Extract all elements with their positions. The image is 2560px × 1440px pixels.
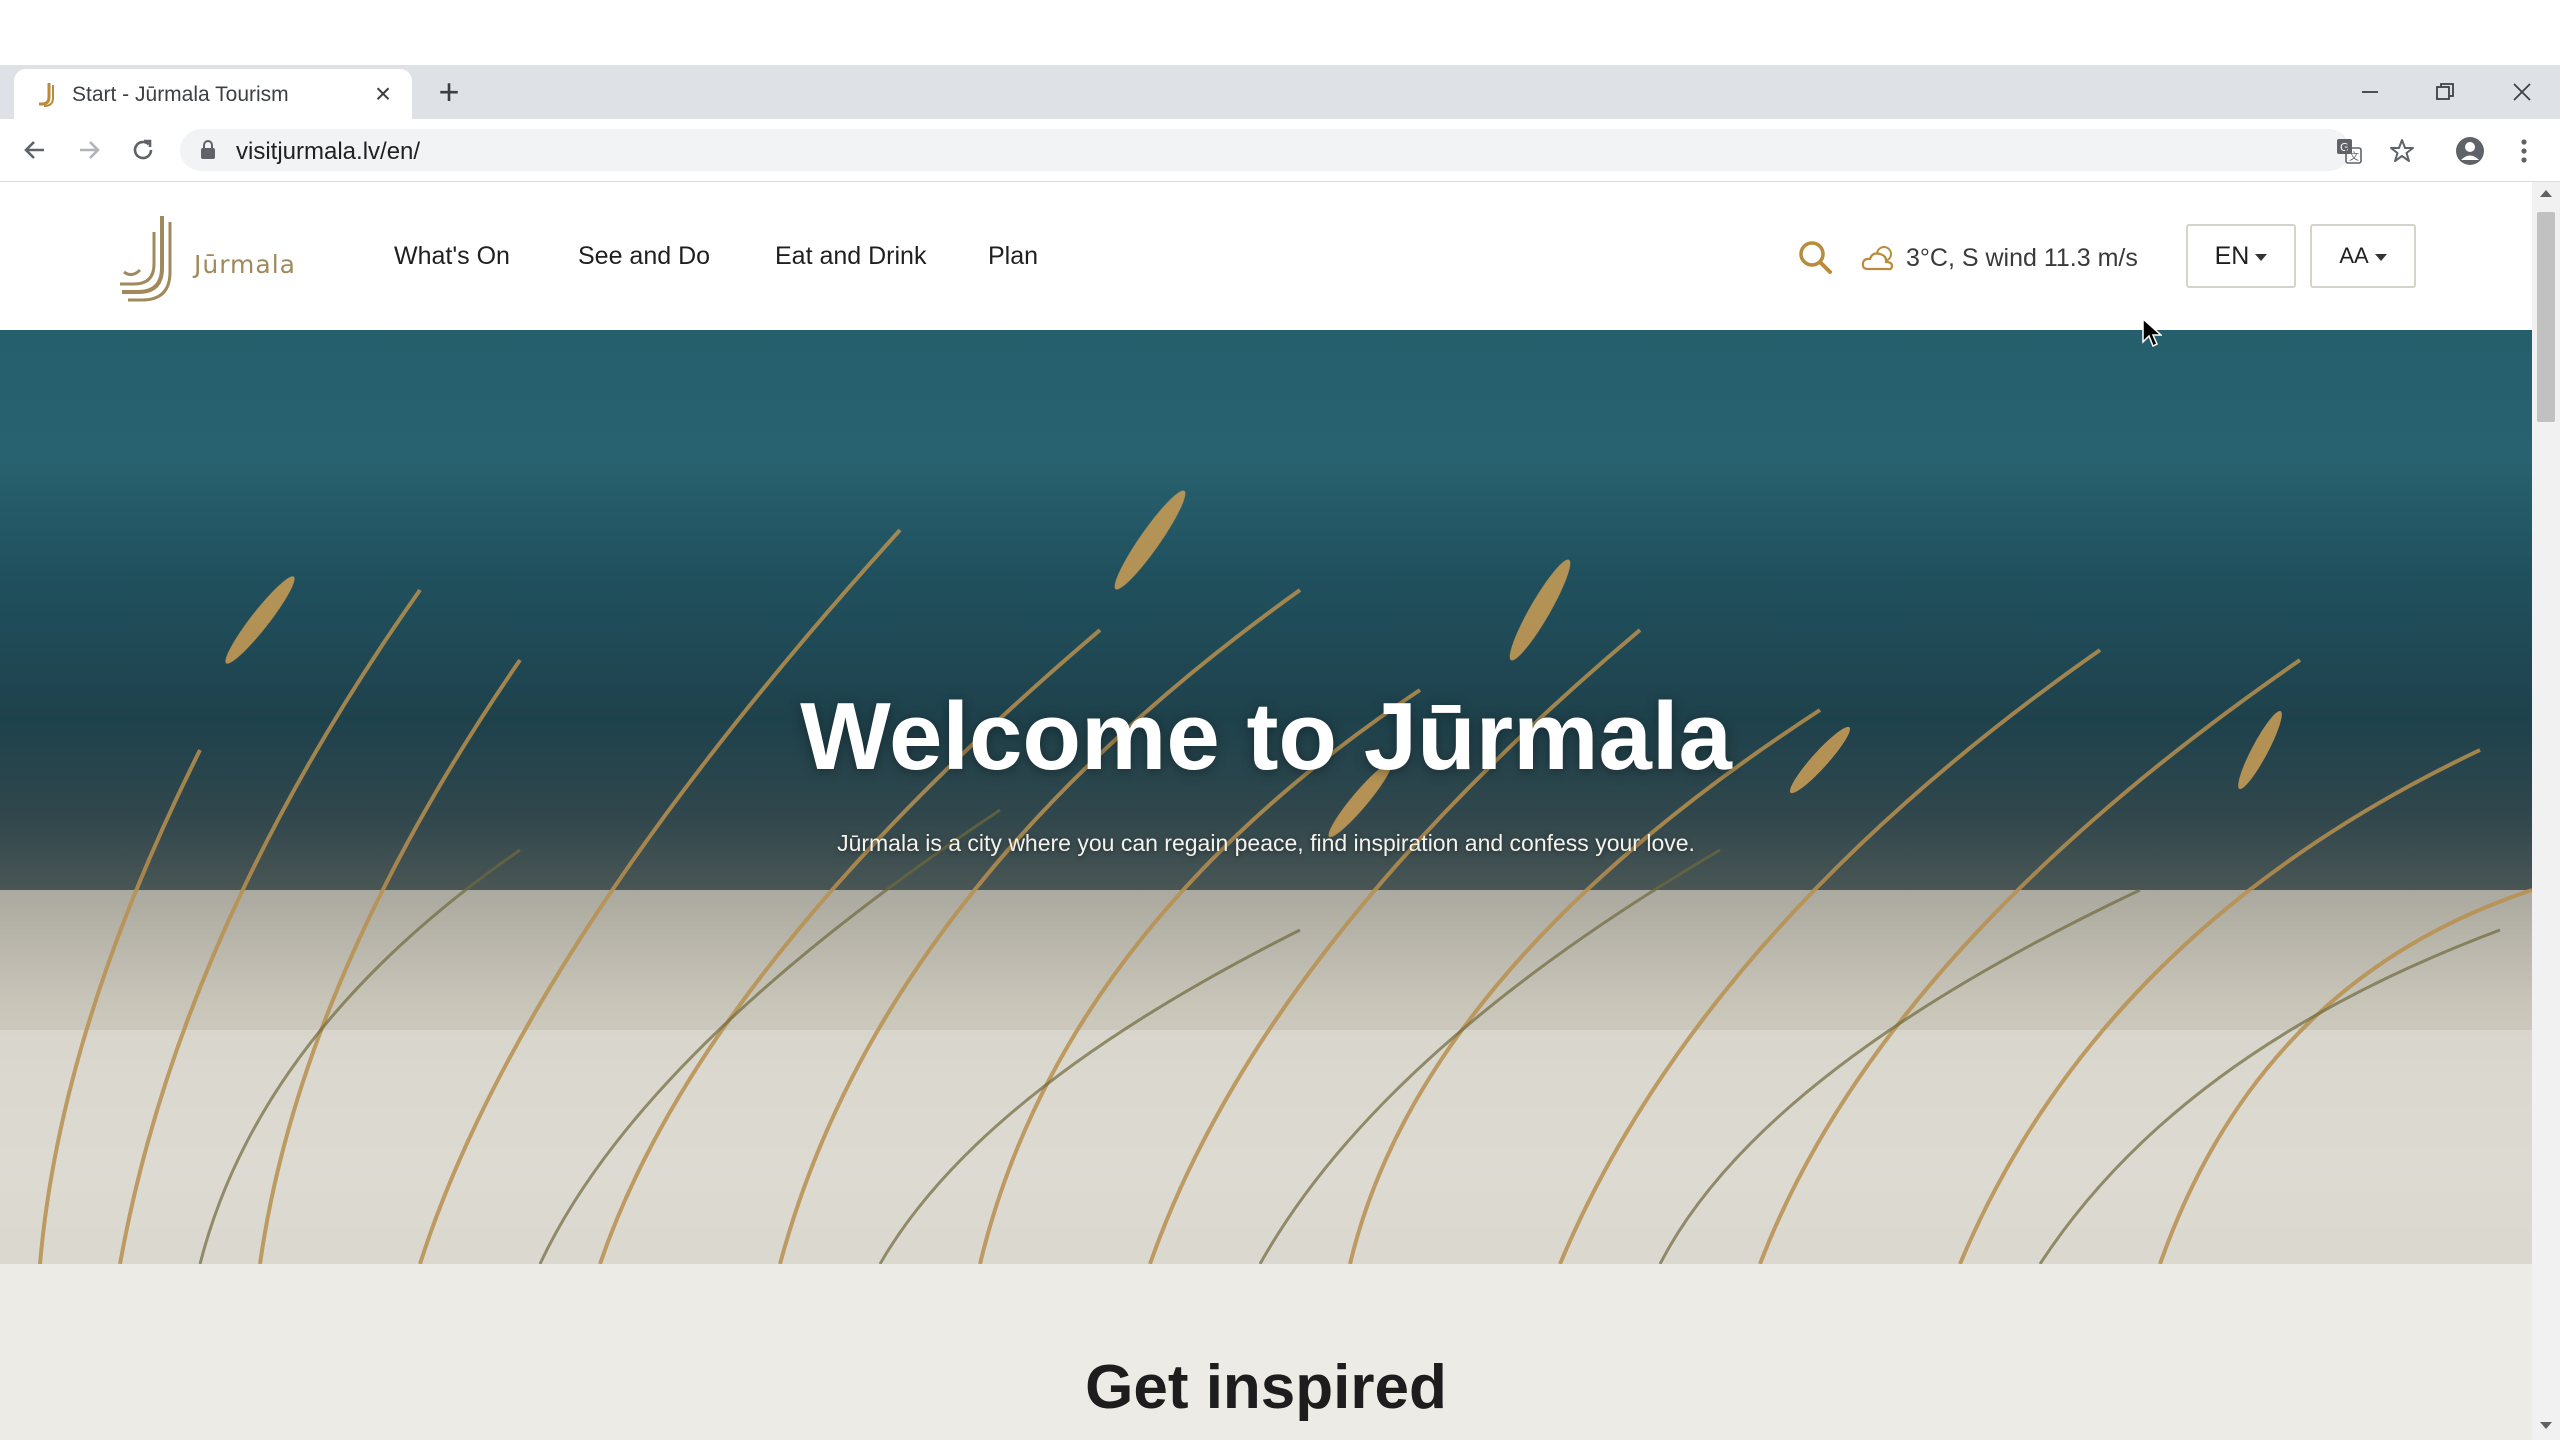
web-page: Jūrmala What's On See and Do Eat and Dri… (0, 182, 2532, 1440)
restore-icon (2436, 83, 2454, 100)
hero-subtitle: Jūrmala is a city where you can regain p… (837, 830, 1695, 856)
text-size-label: AA (2339, 243, 2369, 268)
weather-widget: 3°C, S wind 11.3 m/s (1860, 240, 2138, 276)
beach-grass-image (0, 330, 2532, 1264)
nav-see-and-do[interactable]: See and Do (578, 242, 710, 271)
weather-text: 3°C, S wind 11.3 m/s (1906, 243, 2138, 272)
nav-eat-and-drink[interactable]: Eat and Drink (775, 242, 926, 271)
mouse-cursor-icon (2142, 318, 2162, 348)
browser-tab[interactable]: Start - Jūrmala Tourism × (14, 69, 412, 119)
hero-title: Welcome to Jūrmala (800, 683, 1732, 790)
site-logo[interactable]: Jūrmala (118, 212, 298, 302)
close-icon (2513, 83, 2531, 101)
language-selector[interactable]: EN (2186, 224, 2296, 288)
cloud-sun-icon (1861, 246, 1894, 271)
tab-strip: Start - Jūrmala Tourism × + (0, 65, 2560, 119)
tab-close-icon[interactable]: × (368, 79, 398, 109)
restore-button[interactable] (2410, 65, 2480, 119)
new-tab-button[interactable]: + (430, 73, 468, 111)
arrow-left-icon (24, 141, 44, 159)
logo-text: Jūrmala (194, 250, 296, 279)
nav-whats-on[interactable]: What's On (394, 242, 510, 271)
chevron-down-icon (2255, 254, 2268, 261)
svg-text:文: 文 (2349, 150, 2359, 163)
site-header: Jūrmala What's On See and Do Eat and Dri… (0, 182, 2532, 330)
translate-icon: G 文 (2337, 139, 2362, 164)
minimize-icon (2362, 91, 2378, 93)
translate-button[interactable]: G 文 (2335, 137, 2363, 165)
jurmala-logo-icon (120, 216, 172, 302)
language-label: EN (2214, 241, 2250, 270)
reload-button[interactable] (126, 133, 160, 167)
search-icon[interactable] (1796, 238, 1834, 276)
reload-icon (133, 139, 153, 160)
favicon-icon (39, 83, 54, 107)
scroll-up-icon[interactable] (2540, 190, 2552, 197)
url-text: visitjurmala.lv/en/ (236, 138, 421, 165)
hero-banner: Welcome to Jūrmala Jūrmala is a city whe… (0, 330, 2532, 1264)
browser-menu-button[interactable] (2506, 133, 2542, 169)
screen-top-area (0, 0, 2560, 65)
star-icon (2390, 139, 2414, 162)
profile-button[interactable] (2452, 133, 2488, 169)
scrollbar-thumb[interactable] (2537, 212, 2555, 422)
account-icon (2456, 137, 2484, 165)
text-size-selector[interactable]: AA (2310, 224, 2416, 288)
browser-toolbar: visitjurmala.lv/en/ G 文 (0, 119, 2560, 182)
minimize-button[interactable] (2335, 65, 2405, 119)
page-scrollbar[interactable] (2532, 182, 2560, 1440)
forward-button[interactable] (72, 133, 106, 167)
arrow-right-icon (80, 141, 100, 159)
kebab-menu-icon (2521, 139, 2527, 163)
section-heading: Get inspired (1085, 1353, 1447, 1422)
bookmark-star-button[interactable] (2388, 137, 2416, 165)
chevron-down-icon (2374, 254, 2387, 261)
close-window-button[interactable] (2487, 65, 2557, 119)
back-button[interactable] (18, 133, 52, 167)
tab-title: Start - Jūrmala Tourism (72, 83, 289, 106)
nav-plan[interactable]: Plan (988, 242, 1038, 271)
address-bar[interactable]: visitjurmala.lv/en/ G 文 (180, 129, 2414, 171)
scroll-down-icon[interactable] (2540, 1422, 2552, 1429)
lock-icon (201, 140, 215, 159)
